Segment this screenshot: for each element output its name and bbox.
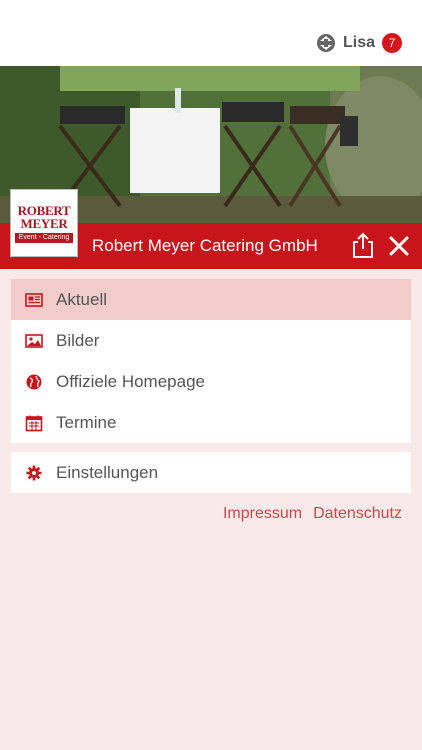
logo-line-2: MEYER — [20, 215, 68, 231]
logo-tagline: Event - Catering — [15, 232, 73, 243]
menu-item-label: Einstellungen — [56, 462, 159, 482]
user-info[interactable]: Lisa 7 — [316, 33, 402, 53]
settings-menu: Einstellungen — [11, 452, 411, 493]
brand-title: Robert Meyer Catering GmbH — [92, 236, 318, 255]
notification-badge[interactable]: 7 — [382, 33, 402, 53]
app-logo-icon — [316, 34, 335, 52]
menu-item-bilder[interactable]: Bilder — [11, 320, 411, 361]
menu-item-label: Aktuell — [56, 289, 108, 309]
calendar-icon — [25, 415, 43, 431]
gear-icon — [26, 465, 42, 480]
globe-icon — [26, 374, 42, 389]
menu-item-homepage[interactable]: Offiziele Homepage — [11, 361, 411, 402]
user-name[interactable]: Lisa — [343, 34, 375, 52]
footer-links: Impressum Datenschutz — [223, 505, 402, 523]
impressum-link[interactable]: Impressum — [223, 505, 302, 523]
share-icon[interactable] — [352, 232, 374, 258]
newspaper-icon — [25, 292, 43, 307]
image-icon — [25, 333, 43, 348]
top-bar: Lisa 7 — [0, 0, 422, 66]
brand-logo: ROBERT MEYER Event - Catering — [10, 189, 78, 257]
main-menu: Aktuell Bilder Offiziele Homepage Termin… — [11, 279, 411, 443]
menu-item-termine[interactable]: Termine — [11, 402, 411, 443]
close-icon[interactable] — [389, 236, 409, 256]
menu-item-label: Offiziele Homepage — [56, 371, 205, 391]
menu-item-label: Termine — [56, 412, 117, 432]
datenschutz-link[interactable]: Datenschutz — [313, 505, 402, 523]
menu-item-label: Bilder — [56, 330, 100, 350]
logo-line-1: ROBERT — [17, 202, 71, 218]
menu-item-einstellungen[interactable]: Einstellungen — [11, 452, 411, 493]
menu-item-aktuell[interactable]: Aktuell — [11, 279, 411, 320]
